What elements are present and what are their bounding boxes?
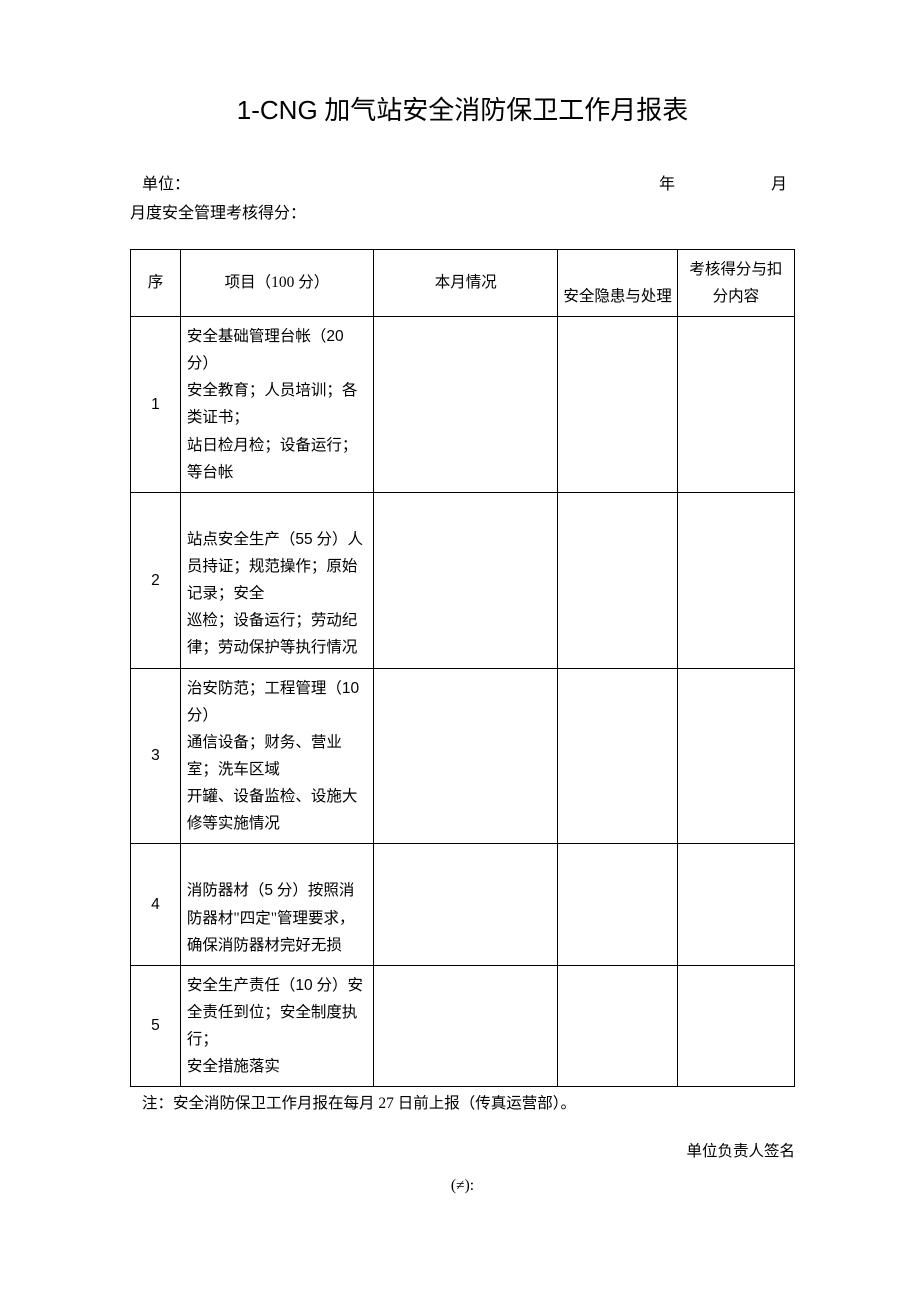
cell-seq: 4 (131, 844, 181, 966)
cell-item: 安全基础管理台帐（20 分）安全教育；人员培训；各类证书；站日检月检；设备运行；… (180, 317, 373, 493)
table-row: 3 治安防范；工程管理（10 分）通信设备；财务、营业室；洗车区域开罐、设备监检… (131, 668, 795, 844)
cell-seq: 5 (131, 965, 181, 1087)
cell-score (677, 844, 794, 966)
signature-mark: (≠): (130, 1174, 795, 1199)
cell-hazard (558, 492, 677, 668)
title-prefix: 1-CNG (237, 95, 318, 125)
cell-seq: 2 (131, 492, 181, 668)
cell-score (677, 492, 794, 668)
month-label: 月 (771, 172, 787, 198)
cell-item: 站点安全生产（55 分）人员持证；规范操作；原始记录；安全巡检；设备运行；劳动纪… (180, 492, 373, 668)
cell-situation (374, 668, 558, 844)
cell-hazard (558, 844, 677, 966)
cell-item: 安全生产责任（10 分）安全责任到位；安全制度执行；安全措施落实 (180, 965, 373, 1087)
score-label: 月度安全管理考核得分： (130, 201, 795, 227)
page-title: 1-CNG 加气站安全消防保卫工作月报表 (130, 90, 795, 132)
th-situation: 本月情况 (374, 249, 558, 316)
year-label: 年 (659, 172, 675, 198)
footer-note: 注：安全消防保卫工作月报在每月 27 日前上报（传真运营部）。 (130, 1091, 795, 1117)
unit-label: 单位： (142, 172, 190, 198)
cell-seq: 1 (131, 317, 181, 493)
report-table: 序 项目（100 分） 本月情况 安全隐患与处理 考核得分与扣分内容 1 安全基… (130, 249, 795, 1088)
table-row: 4 消防器材（5 分）按照消防器材"四定"管理要求，确保消防器材完好无损 (131, 844, 795, 966)
cell-score (677, 965, 794, 1087)
cell-situation (374, 317, 558, 493)
cell-seq: 3 (131, 668, 181, 844)
cell-score (677, 668, 794, 844)
cell-item: 治安防范；工程管理（10 分）通信设备；财务、营业室；洗车区域开罐、设备监检、设… (180, 668, 373, 844)
th-item: 项目（100 分） (180, 249, 373, 316)
table-row: 2 站点安全生产（55 分）人员持证；规范操作；原始记录；安全巡检；设备运行；劳… (131, 492, 795, 668)
cell-hazard (558, 317, 677, 493)
cell-hazard (558, 668, 677, 844)
cell-situation (374, 965, 558, 1087)
table-header-row: 序 项目（100 分） 本月情况 安全隐患与处理 考核得分与扣分内容 (131, 249, 795, 316)
cell-situation (374, 492, 558, 668)
cell-situation (374, 844, 558, 966)
th-hazard: 安全隐患与处理 (558, 249, 677, 316)
title-suffix: 加气站安全消防保卫工作月报表 (324, 96, 688, 125)
cell-item: 消防器材（5 分）按照消防器材"四定"管理要求，确保消防器材完好无损 (180, 844, 373, 966)
signature-label: 单位负责人签名 (130, 1140, 795, 1165)
table-row: 5 安全生产责任（10 分）安全责任到位；安全制度执行；安全措施落实 (131, 965, 795, 1087)
table-row: 1 安全基础管理台帐（20 分）安全教育；人员培训；各类证书；站日检月检；设备运… (131, 317, 795, 493)
meta-row: 单位： 年 月 (130, 172, 795, 198)
cell-hazard (558, 965, 677, 1087)
th-seq: 序 (131, 249, 181, 316)
th-score: 考核得分与扣分内容 (677, 249, 794, 316)
cell-score (677, 317, 794, 493)
